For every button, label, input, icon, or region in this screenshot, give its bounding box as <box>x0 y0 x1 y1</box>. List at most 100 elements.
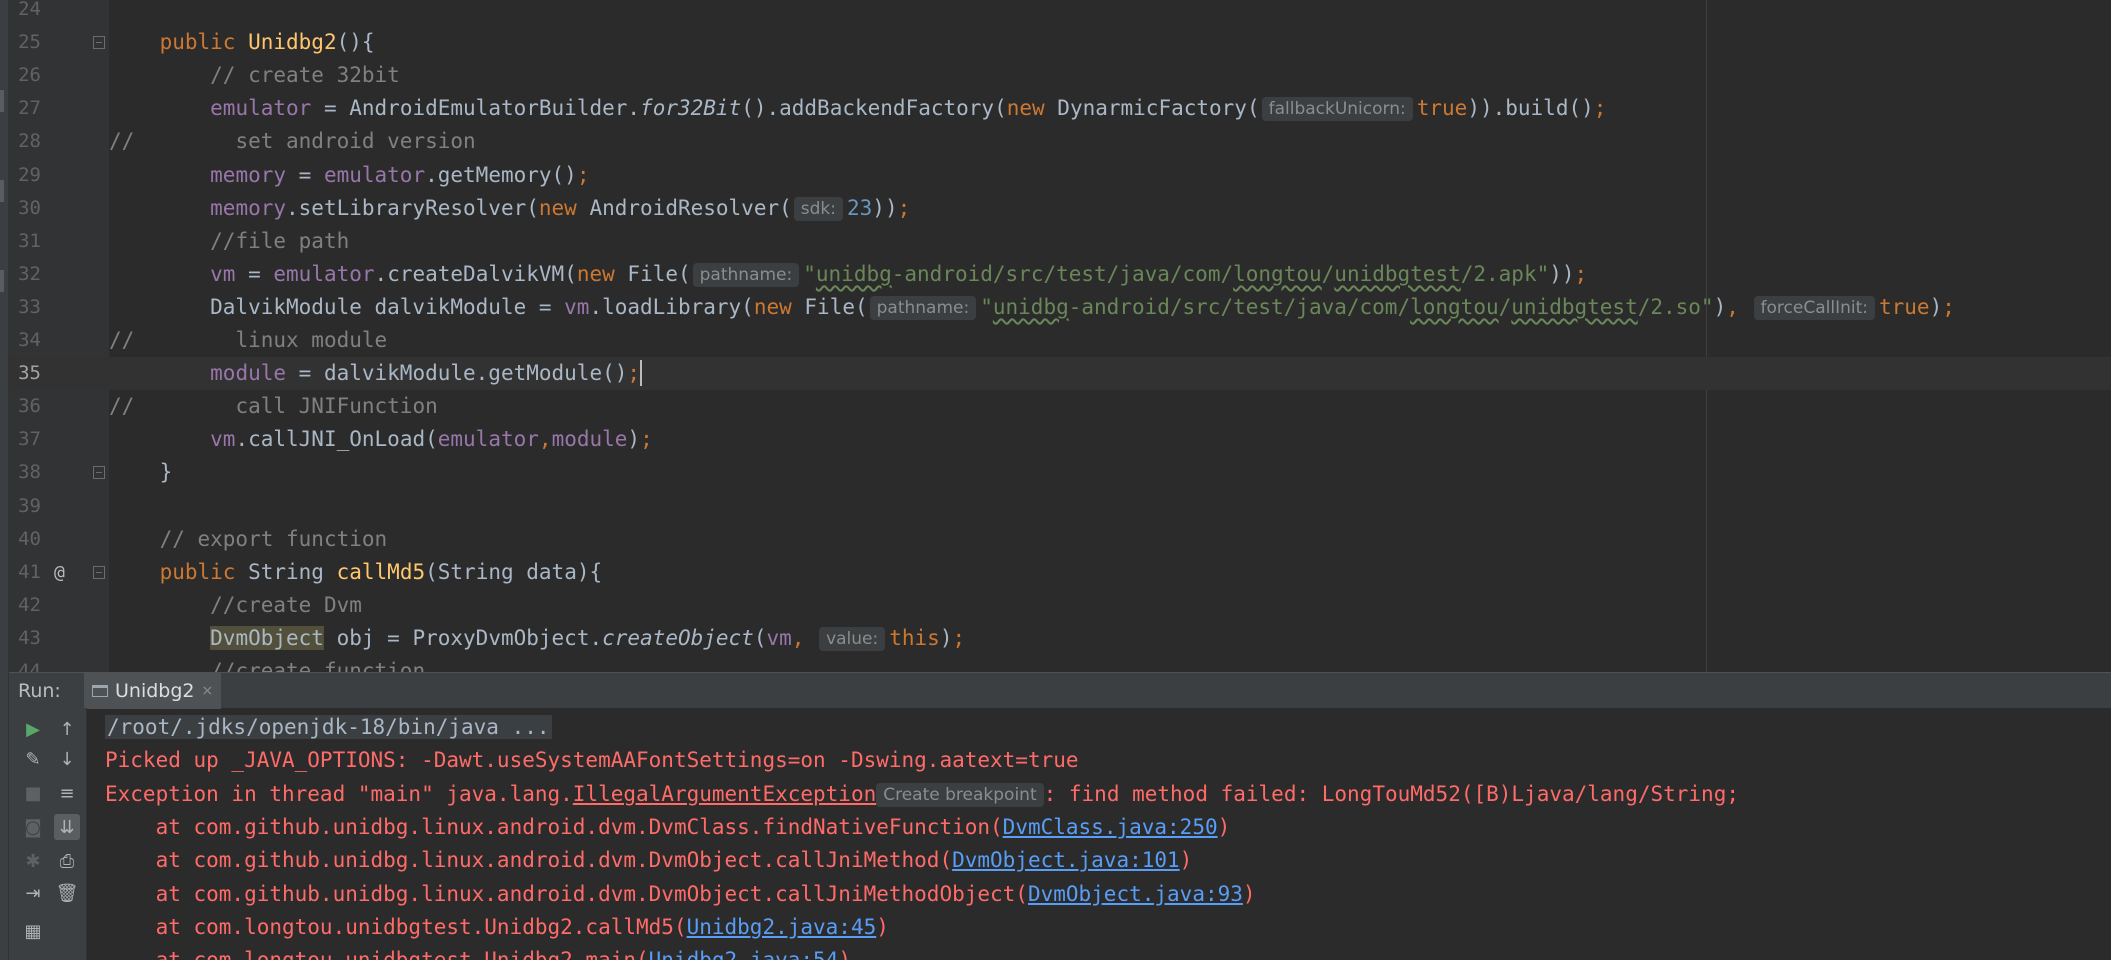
line-number[interactable]: 31 <box>9 225 41 258</box>
source-link[interactable]: IllegalArgumentException <box>573 782 876 806</box>
code-text: memory = emulator.getMemory(); <box>109 159 589 192</box>
layout-icon[interactable]: ▦ <box>20 918 46 944</box>
console-output[interactable]: /root/.jdks/openjdk-18/bin/java ... Picke… <box>105 708 2111 960</box>
code-line[interactable]: 28 // set android version <box>9 125 2111 158</box>
tool-window-stripe[interactable] <box>0 90 4 112</box>
line-number[interactable]: 43 <box>9 622 41 655</box>
code-line[interactable]: 39 <box>9 490 2111 523</box>
code-editor[interactable]: 24 25 public Unidbg2(){26 // create 32bit… <box>9 0 2111 672</box>
fold-icon[interactable] <box>93 36 105 50</box>
line-number[interactable]: 29 <box>9 159 41 192</box>
source-link[interactable]: DvmObject.java:101 <box>952 848 1180 872</box>
code-line[interactable]: 29 memory = emulator.getMemory(); <box>9 159 2111 192</box>
line-number[interactable]: 26 <box>9 59 41 92</box>
line-number[interactable]: 40 <box>9 523 41 556</box>
code-line[interactable]: 25 public Unidbg2(){ <box>9 26 2111 59</box>
code-token: unidbg <box>815 261 892 286</box>
soft-wrap-icon[interactable]: ≡ <box>54 780 80 806</box>
source-link[interactable]: DvmObject.java:93 <box>1028 882 1243 906</box>
line-number[interactable]: 39 <box>9 490 41 523</box>
code-token: ; <box>1942 294 1955 319</box>
line-number[interactable]: 37 <box>9 423 41 456</box>
camera-icon[interactable]: ◙ <box>20 814 46 840</box>
exit-icon[interactable]: ⇥ <box>20 880 46 906</box>
scroll-to-end-icon[interactable]: ⇊ <box>54 814 80 840</box>
code-token: longtou <box>1410 294 1499 319</box>
code-token: // <box>109 328 236 352</box>
stop-icon[interactable]: ■ <box>20 780 46 806</box>
wrench-icon[interactable]: ✎ <box>20 746 46 772</box>
code-text: // set android version <box>109 125 476 158</box>
tool-window-stripe[interactable] <box>0 270 4 292</box>
fold-icon[interactable] <box>93 466 105 480</box>
print-icon[interactable]: ⎙ <box>54 848 80 874</box>
code-line[interactable]: 37 vm.callJNI_OnLoad(emulator,module); <box>9 423 2111 456</box>
trash-icon[interactable]: 🗑 <box>54 880 80 906</box>
console-line: Exception in thread "main" java.lang.Ill… <box>105 778 1739 811</box>
run-label: Run: <box>18 680 61 702</box>
code-line[interactable]: 43 DvmObject obj = ProxyDvmObject.create… <box>9 622 2111 655</box>
line-number[interactable]: 42 <box>9 589 41 622</box>
code-line[interactable]: 31 //file path <box>9 225 2111 258</box>
annotation-gutter-icon[interactable]: @ <box>54 556 65 589</box>
code-token: memory <box>210 195 287 220</box>
code-line[interactable]: 35 module = dalvikModule.getModule(); <box>9 357 2111 391</box>
code-line[interactable]: 42 //create Dvm <box>9 589 2111 622</box>
code-line[interactable]: 44 //create function <box>9 655 2111 672</box>
line-number[interactable]: 27 <box>9 92 41 125</box>
code-token: ) <box>1929 294 1943 319</box>
close-icon[interactable]: × <box>202 683 214 699</box>
code-line[interactable]: 40 // export function <box>9 523 2111 556</box>
code-token: ) <box>627 427 641 452</box>
code-token: true <box>1878 294 1930 319</box>
line-number[interactable]: 24 <box>9 0 41 26</box>
scroll-up-icon[interactable]: ↑ <box>54 716 80 742</box>
line-number[interactable]: 25 <box>9 26 41 59</box>
code-token: new <box>753 294 805 319</box>
run-tab-unidbg2[interactable]: Unidbg2 × <box>84 673 222 709</box>
code-token: AndroidResolver( <box>589 195 792 220</box>
code-line[interactable]: 36 // call JNIFunction <box>9 390 2111 423</box>
parameter-hint: pathname: <box>869 295 977 320</box>
line-number[interactable]: 36 <box>9 390 41 423</box>
code-token: )).build() <box>1467 96 1594 121</box>
code-token: , <box>1726 294 1752 319</box>
rerun-icon[interactable]: ▶ <box>20 716 46 742</box>
code-token: //file path <box>210 228 350 253</box>
line-number[interactable]: 44 <box>9 655 41 672</box>
line-number[interactable]: 41 <box>9 556 41 589</box>
code-token: /2.so" <box>1637 294 1714 319</box>
code-token: // <box>109 129 236 154</box>
fold-icon[interactable] <box>93 565 105 579</box>
line-number[interactable]: 32 <box>9 258 41 291</box>
code-token: File( <box>627 261 691 286</box>
code-line[interactable]: 32 vm = emulator.createDalvikVM(new File… <box>9 258 2111 291</box>
line-number[interactable]: 28 <box>9 125 41 158</box>
command-line[interactable]: /root/.jdks/openjdk-18/bin/java ... <box>105 715 552 739</box>
line-number[interactable]: 38 <box>9 456 41 489</box>
source-link[interactable]: Unidbg2.java:45 <box>687 915 877 939</box>
code-line[interactable]: 34 // linux module <box>9 324 2111 357</box>
tool-window-stripe[interactable] <box>0 180 4 202</box>
code-line[interactable]: 41 @ public String callMd5(String data){ <box>9 556 2111 589</box>
line-number[interactable]: 33 <box>9 291 41 324</box>
code-line[interactable]: 33 DalvikModule dalvikModule = vm.loadLi… <box>9 291 2111 324</box>
line-number[interactable]: 34 <box>9 324 41 357</box>
code-line[interactable]: 30 memory.setLibraryResolver(new Android… <box>9 192 2111 225</box>
line-number[interactable]: 30 <box>9 192 41 225</box>
code-line[interactable]: 38 } <box>9 456 2111 489</box>
source-link[interactable]: Unidbg2.java:54 <box>649 948 839 960</box>
code-token: unidbgtest <box>1511 294 1638 319</box>
console-text: ) <box>838 948 851 960</box>
code-line[interactable]: 26 // create 32bit <box>9 59 2111 92</box>
scroll-down-icon[interactable]: ↓ <box>54 746 80 772</box>
source-link[interactable]: DvmClass.java:250 <box>1003 815 1218 839</box>
create-breakpoint-button[interactable]: Create breakpoint <box>876 782 1044 807</box>
code-token: public <box>159 559 249 584</box>
line-number[interactable]: 35 <box>9 357 41 390</box>
console-line: /root/.jdks/openjdk-18/bin/java ... <box>105 711 552 744</box>
settings-icon[interactable]: ✱ <box>20 848 46 874</box>
code-line[interactable]: 27 emulator = AndroidEmulatorBuilder.for… <box>9 92 2111 125</box>
code-line[interactable]: 24 <box>9 0 2111 26</box>
